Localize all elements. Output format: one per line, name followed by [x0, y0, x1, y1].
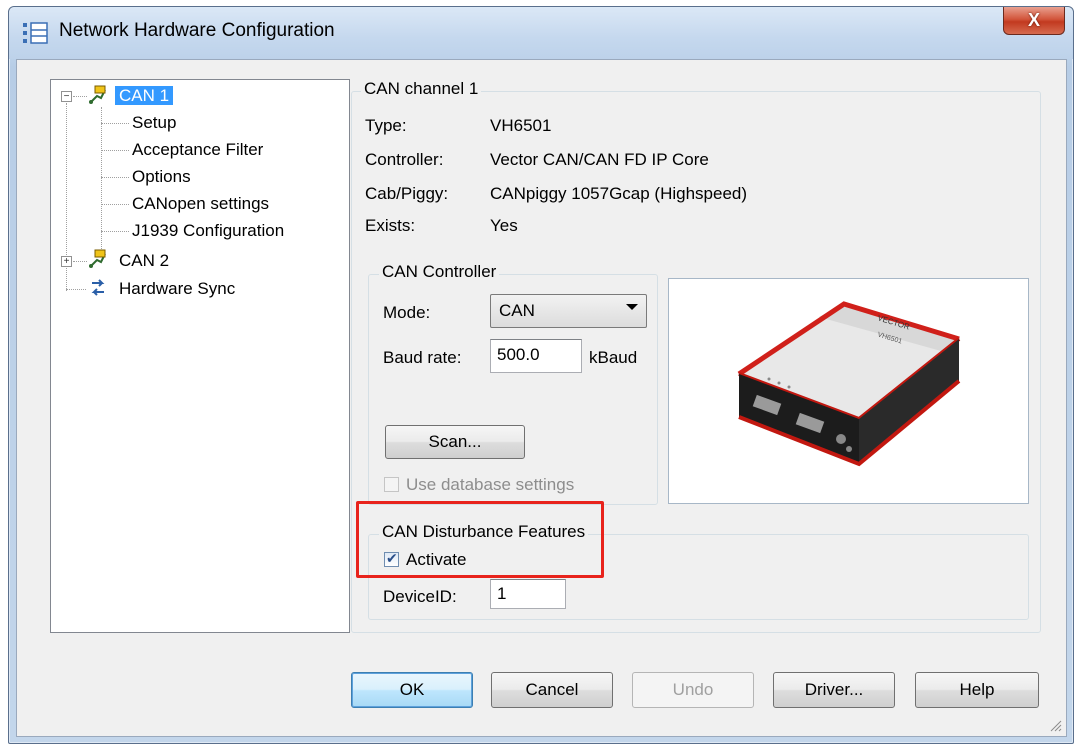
dialog-client-area: − CAN 1 Setup Acceptance Filter Options … — [16, 59, 1067, 737]
tree-item-options[interactable]: Options — [132, 164, 191, 190]
tree-line — [101, 204, 129, 205]
type-label: Type: — [365, 116, 407, 135]
tree-line — [101, 231, 129, 232]
tree-item-hardware-sync[interactable]: Hardware Sync — [119, 276, 235, 302]
can-channel-legend: CAN channel 1 — [361, 79, 482, 99]
sync-icon — [91, 279, 105, 296]
dialog-window: Network Hardware Configuration X − CAN 1… — [8, 6, 1074, 744]
tree-line — [101, 177, 129, 178]
resize-grip-icon[interactable] — [1048, 718, 1062, 732]
hardware-tree[interactable]: − CAN 1 Setup Acceptance Filter Options … — [50, 79, 350, 633]
tree-item-j1939-configuration[interactable]: J1939 Configuration — [132, 218, 284, 244]
tree-line — [101, 150, 129, 151]
chevron-down-icon — [626, 304, 638, 310]
window-title: Network Hardware Configuration — [59, 20, 335, 41]
tree-item-canopen-settings[interactable]: CANopen settings — [132, 191, 269, 217]
use-database-settings-checkbox[interactable] — [384, 477, 399, 492]
controller-label: Controller: — [365, 150, 444, 169]
vh6501-device-icon — [737, 301, 961, 467]
exists-value: Yes — [490, 216, 518, 235]
tree-line — [101, 123, 129, 124]
can-channel-icon — [89, 249, 106, 268]
can-channel-icon — [89, 85, 106, 104]
can-controller-legend: CAN Controller — [379, 262, 500, 282]
scan-button[interactable]: Scan... — [385, 425, 525, 459]
baud-rate-input[interactable]: 500.0 — [490, 339, 582, 373]
mode-label: Mode: — [383, 303, 431, 322]
device-id-input[interactable]: 1 — [490, 579, 566, 609]
device-image: VECTOR VH6501 — [668, 278, 1029, 504]
exists-label: Exists: — [365, 216, 416, 235]
controller-value: Vector CAN/CAN FD IP Core — [490, 150, 709, 169]
title-bar[interactable]: Network Hardware Configuration X — [9, 7, 1073, 59]
tree-item-can1[interactable]: CAN 1 — [115, 83, 174, 109]
cancel-button[interactable]: Cancel — [491, 672, 613, 708]
type-value: VH6501 — [490, 116, 552, 135]
collapse-icon[interactable]: − — [61, 91, 72, 102]
undo-button[interactable]: Undo — [632, 672, 754, 708]
tree-item-label: CAN 1 — [115, 86, 174, 105]
baud-rate-label: Baud rate: — [383, 348, 462, 367]
tree-line — [66, 289, 86, 290]
mode-select-value: CAN — [499, 301, 535, 320]
expand-icon[interactable]: + — [61, 256, 72, 267]
tree-line — [73, 261, 87, 262]
device-id-label: DeviceID: — [383, 587, 457, 606]
mode-select[interactable]: CAN — [490, 294, 647, 328]
network-config-icon — [23, 22, 48, 44]
tree-line — [101, 107, 102, 255]
driver-button[interactable]: Driver... — [773, 672, 895, 708]
cab-piggy-value: CANpiggy 1057Gcap (Highspeed) — [490, 184, 748, 203]
help-button[interactable]: Help — [915, 672, 1039, 708]
tree-item-setup[interactable]: Setup — [132, 110, 176, 136]
baud-unit-label: kBaud — [589, 348, 638, 367]
close-button[interactable]: X — [1003, 7, 1065, 35]
use-database-settings-label: Use database settings — [406, 475, 575, 494]
cab-piggy-label: Cab/Piggy: — [365, 184, 449, 203]
tree-item-acceptance-filter[interactable]: Acceptance Filter — [132, 137, 263, 163]
ok-button[interactable]: OK — [351, 672, 473, 708]
tree-line — [73, 96, 87, 97]
annotation-highlight-box — [356, 501, 604, 578]
tree-item-can2[interactable]: CAN 2 — [119, 248, 169, 274]
